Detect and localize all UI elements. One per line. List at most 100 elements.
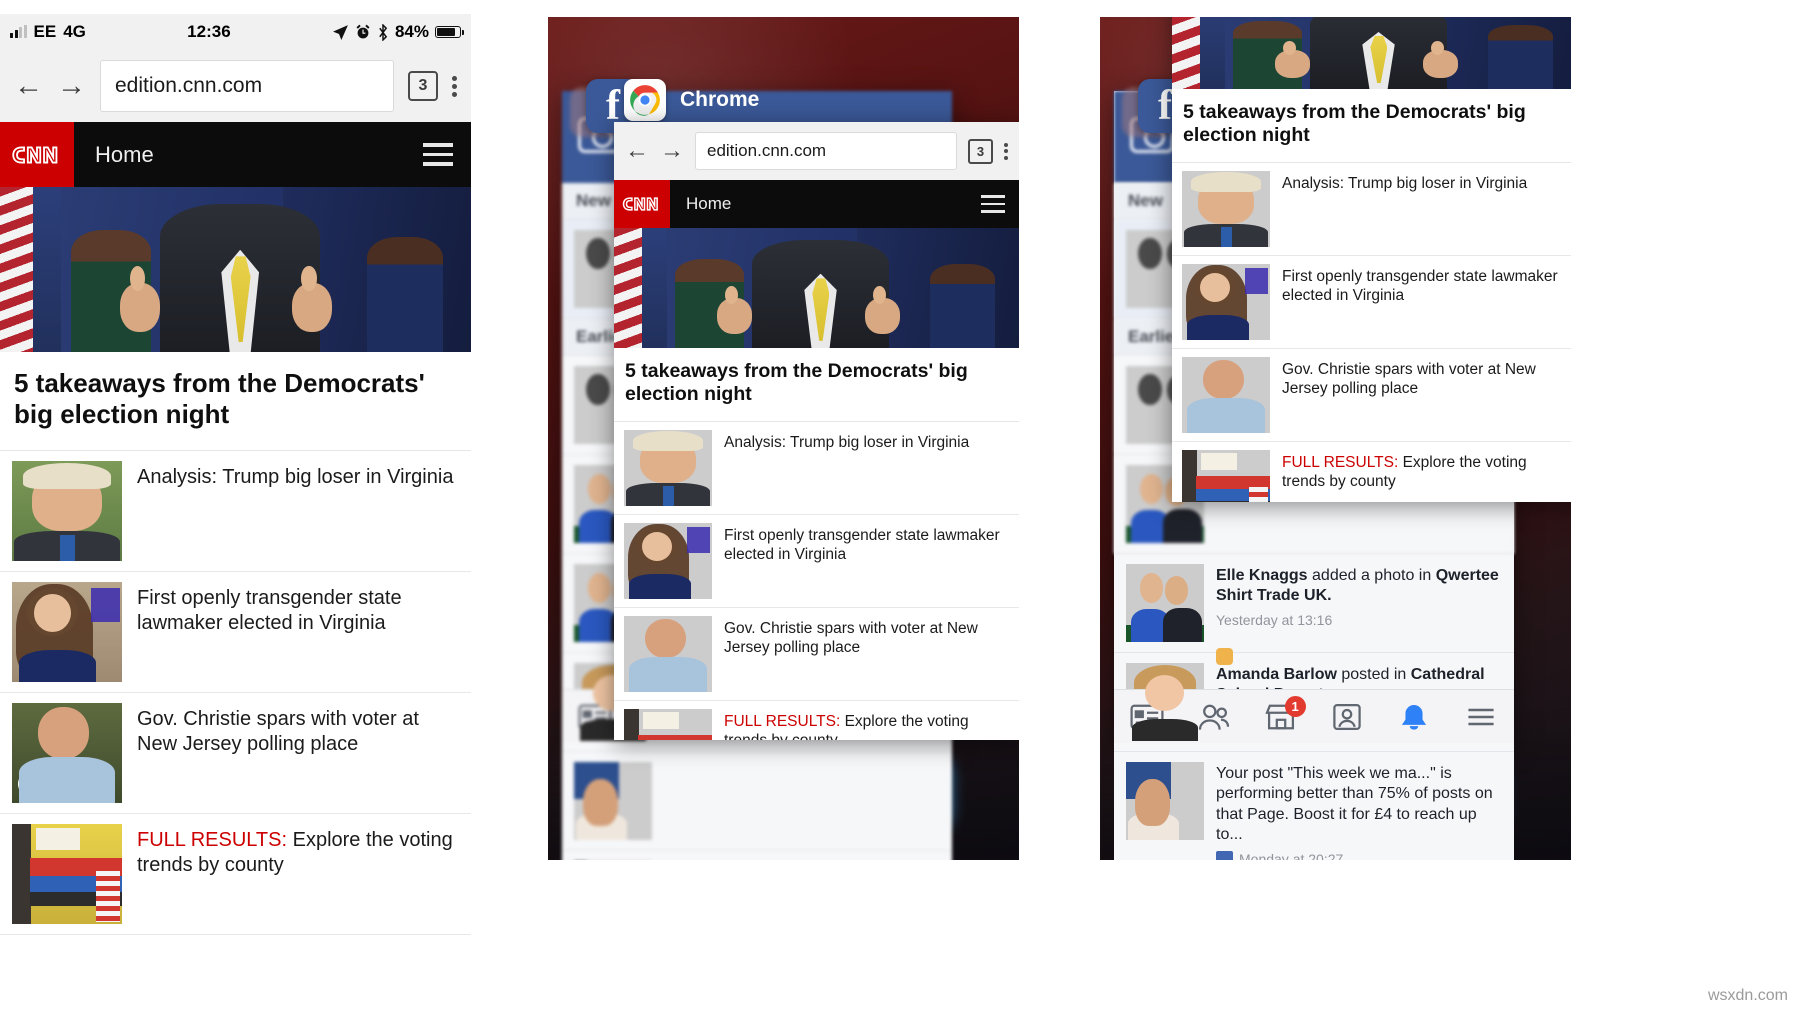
- list-item[interactable]: Elle Knaggs added a photo in Qwertee Shi…: [1114, 554, 1514, 665]
- panel-app-switcher-scrolled: New Earlier Elle Knaggs added a photo in…: [1100, 17, 1571, 860]
- network-type-label: 4G: [63, 22, 86, 41]
- cnn-logo-icon[interactable]: [614, 180, 670, 228]
- article-thumbnail: [12, 824, 122, 925]
- panel-app-switcher: New Earlier f Chrome ← → edition.cnn.com…: [548, 17, 1019, 860]
- avatar: [1126, 564, 1204, 642]
- table-row[interactable]: FULL RESULTS: Explore the voting trends …: [614, 701, 1019, 740]
- avatar: [574, 762, 652, 840]
- article-title: First openly transgender state lawmaker …: [137, 587, 402, 635]
- watermark: wsxdn.com: [1707, 987, 1788, 1004]
- panel-full-browser: EE 4G 12:36 84% ← → edition.cnn.com 3 Ho…: [0, 14, 471, 960]
- avatar: [1126, 762, 1204, 840]
- notifications-bell-icon[interactable]: [1397, 703, 1431, 731]
- signal-bars-icon: [10, 25, 27, 38]
- tab-switcher-button[interactable]: 3: [408, 71, 438, 101]
- article-thumbnail: [624, 429, 712, 506]
- notification-action: added a photo in: [1307, 567, 1436, 584]
- tab-count-label: 3: [418, 77, 428, 94]
- overflow-menu-button[interactable]: [1004, 140, 1008, 162]
- table-row[interactable]: FULL RESULTS: Explore the voting trends …: [1172, 442, 1571, 502]
- marketplace-icon[interactable]: 1: [1264, 695, 1306, 731]
- play-video-icon[interactable]: [18, 771, 44, 798]
- battery-icon: [435, 26, 465, 38]
- article-title: Analysis: Trump big loser in Virginia: [137, 466, 454, 489]
- article-thumbnail: [12, 461, 122, 562]
- tab-switcher-button[interactable]: 3: [968, 138, 993, 164]
- address-bar[interactable]: edition.cnn.com: [100, 60, 394, 112]
- table-row[interactable]: First openly transgender state lawmaker …: [614, 515, 1019, 608]
- article-kicker: FULL RESULTS:: [137, 829, 288, 852]
- hero-image[interactable]: [614, 228, 1019, 348]
- status-bar-clock: 12:36: [187, 22, 231, 41]
- person-right: [367, 236, 443, 352]
- cnn-nav-home[interactable]: Home: [74, 122, 405, 187]
- article-title: Analysis: Trump big loser in Virginia: [724, 433, 970, 451]
- status-bar-right: 84%: [332, 22, 465, 42]
- cnn-logo-svg: [12, 146, 58, 163]
- screenshot-stage: EE 4G 12:36 84% ← → edition.cnn.com 3 Ho…: [0, 0, 1800, 1013]
- cnn-logo-svg: [622, 197, 658, 211]
- thumbs-up-left: [1275, 50, 1310, 78]
- table-row[interactable]: Gov. Christie spars with voter at New Je…: [1172, 349, 1571, 442]
- chrome-icon[interactable]: [624, 79, 666, 121]
- cnn-nav-home[interactable]: Home: [670, 180, 967, 228]
- article-title: FULL RESULTS: Explore the voting trends …: [1282, 450, 1567, 492]
- bar-chart-icon: [1216, 851, 1233, 860]
- play-video-icon[interactable]: [1187, 407, 1207, 428]
- foreground-app-card-chrome[interactable]: ← → edition.cnn.com 3 Home 5 takeaways f…: [614, 122, 1019, 740]
- list-item[interactable]: [562, 752, 952, 851]
- friends-icon[interactable]: [1197, 703, 1231, 731]
- thumb-left: [725, 285, 739, 304]
- play-video-icon[interactable]: [629, 666, 649, 687]
- overflow-menu-button[interactable]: [452, 73, 457, 100]
- forward-button[interactable]: →: [660, 139, 684, 163]
- more-menu-icon[interactable]: [1464, 703, 1498, 731]
- notification-actor: Amanda Barlow: [1216, 666, 1337, 683]
- table-row[interactable]: Gov. Christie spars with voter at New Je…: [0, 693, 471, 815]
- article-kicker: FULL RESULTS:: [724, 712, 841, 730]
- table-row[interactable]: FULL RESULTS: Explore the voting trends …: [0, 814, 471, 936]
- article-thumbnail: [624, 615, 712, 692]
- address-bar[interactable]: edition.cnn.com: [695, 132, 957, 170]
- foreground-app-card-chrome[interactable]: 5 takeaways from the Democrats' big elec…: [1172, 17, 1571, 502]
- article-thumbnail: [12, 582, 122, 683]
- article-thumbnail: [1182, 170, 1270, 247]
- hamburger-icon[interactable]: [405, 122, 471, 187]
- status-bar: EE 4G 12:36 84%: [0, 14, 471, 50]
- article-title: Gov. Christie spars with voter at New Je…: [1282, 360, 1536, 398]
- cnn-logo-icon[interactable]: [0, 122, 74, 187]
- hero-scene: [0, 187, 471, 352]
- cnn-site-header: Home: [614, 180, 1019, 228]
- hero-image[interactable]: [1172, 17, 1571, 89]
- alarm-clock-icon: [356, 24, 370, 39]
- article-thumbnail: [1182, 449, 1270, 502]
- page-title[interactable]: 5 takeaways from the Democrats' big elec…: [0, 352, 471, 452]
- table-row[interactable]: Analysis: Trump big loser in Virginia: [1172, 163, 1571, 256]
- back-button[interactable]: ←: [14, 71, 43, 101]
- page-title[interactable]: 5 takeaways from the Democrats' big elec…: [1172, 89, 1571, 163]
- location-arrow-icon: [333, 24, 348, 40]
- forward-button[interactable]: →: [57, 71, 86, 101]
- rock-hand-icon: [1216, 647, 1233, 665]
- hamburger-icon[interactable]: [967, 180, 1019, 228]
- list-item[interactable]: Your post "This week we ma..." is perfor…: [1114, 752, 1514, 860]
- person-right: [929, 264, 995, 348]
- table-row[interactable]: First openly transgender state lawmaker …: [0, 572, 471, 694]
- hero-image[interactable]: [0, 187, 471, 352]
- browser-toolbar: ← → edition.cnn.com 3: [614, 122, 1019, 180]
- profile-icon[interactable]: [1330, 703, 1364, 731]
- tab-count-label: 3: [976, 143, 985, 159]
- article-title: Gov. Christie spars with voter at New Je…: [724, 619, 978, 657]
- address-bar-url: edition.cnn.com: [115, 74, 263, 97]
- table-row[interactable]: Gov. Christie spars with voter at New Je…: [614, 608, 1019, 701]
- table-row[interactable]: Analysis: Trump big loser in Virginia: [614, 422, 1019, 515]
- thumb-left: [129, 266, 145, 291]
- table-row[interactable]: First openly transgender state lawmaker …: [1172, 256, 1571, 349]
- table-row[interactable]: Analysis: Trump big loser in Virginia: [0, 451, 471, 573]
- notification-text: Your post "This week we ma..." is perfor…: [1216, 762, 1502, 860]
- back-button[interactable]: ←: [625, 139, 649, 163]
- page-title[interactable]: 5 takeaways from the Democrats' big elec…: [614, 348, 1019, 422]
- list-item[interactable]: [562, 851, 952, 860]
- article-title: FULL RESULTS: Explore the voting trends …: [724, 709, 1009, 740]
- person-right: [1487, 24, 1553, 89]
